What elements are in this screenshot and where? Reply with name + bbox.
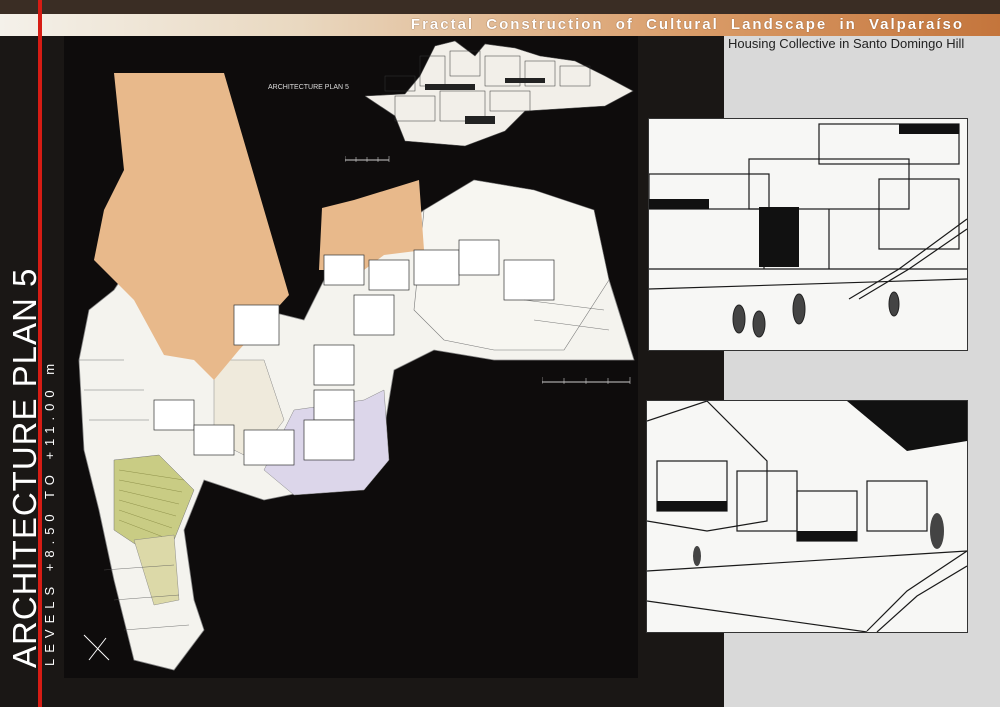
vertical-title: ARCHITECTURE PLAN 5 LEVELS +8.50 TO +11.… bbox=[6, 267, 58, 668]
top-dark-bar bbox=[0, 0, 1000, 14]
plan-title: ARCHITECTURE PLAN 5 bbox=[6, 267, 43, 668]
perspective-sketch-1 bbox=[648, 118, 968, 351]
page-title: Fractal Construction of Cultural Landsca… bbox=[410, 16, 964, 33]
floor-plan bbox=[64, 60, 638, 680]
perspective-sketch-2 bbox=[646, 400, 968, 633]
page-subtitle: Housing Collective in Santo Domingo Hill bbox=[728, 36, 965, 51]
north-arrow-icon bbox=[83, 634, 110, 661]
levels-label: LEVELS +8.50 TO +11.00 m bbox=[42, 357, 57, 666]
